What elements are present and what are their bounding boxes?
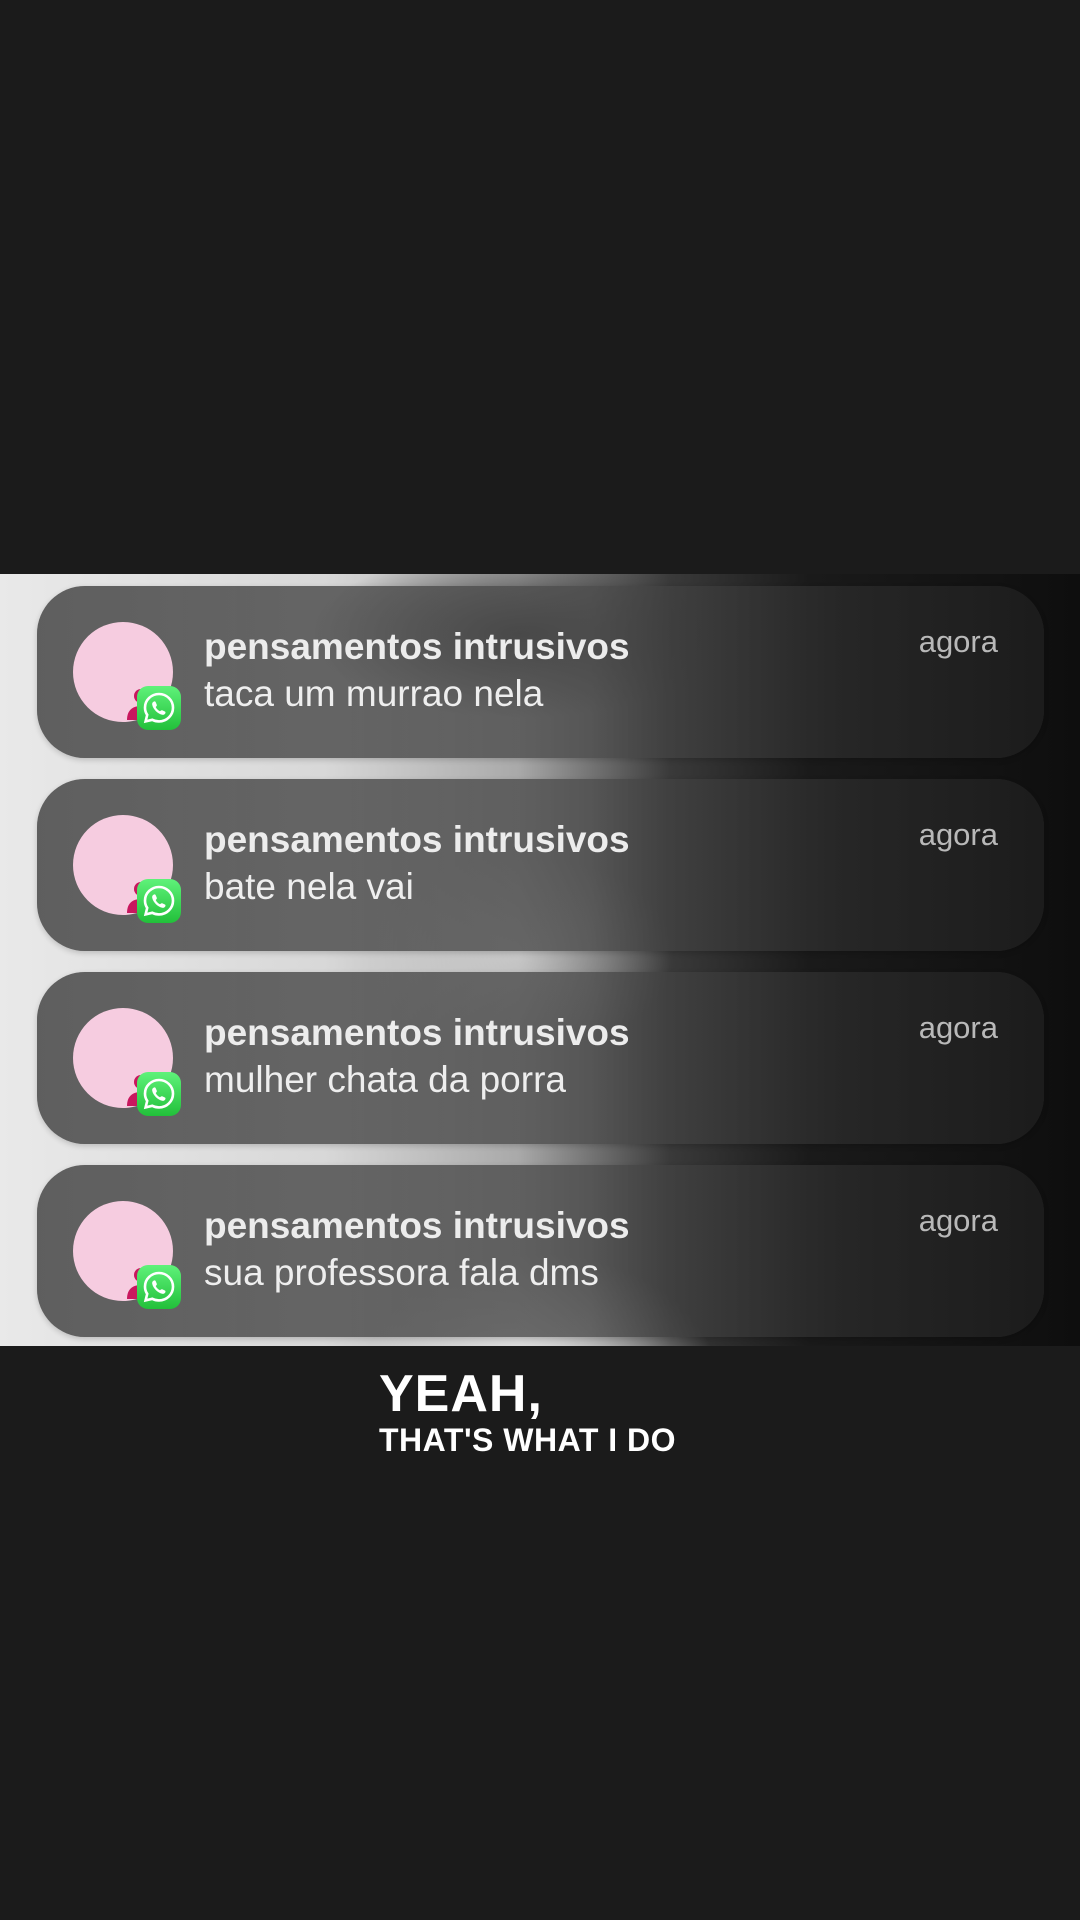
notification-stack: pensamentos intrusivos taca um murrao ne… — [37, 586, 1044, 1358]
notification-time: agora — [918, 624, 998, 659]
notification-card[interactable]: pensamentos intrusivos bate nela vai ago… — [37, 779, 1044, 951]
notification-sender: pensamentos intrusivos — [204, 1205, 630, 1246]
whatsapp-icon — [137, 1265, 181, 1309]
notification-message: taca um murrao nela — [204, 673, 544, 714]
caption-line-1: YEAH, — [379, 1365, 543, 1423]
notification-time: agora — [918, 817, 998, 852]
notification-card[interactable]: pensamentos intrusivos taca um murrao ne… — [37, 586, 1044, 758]
notification-time: agora — [918, 1203, 998, 1238]
notification-card[interactable]: pensamentos intrusivos sua professora fa… — [37, 1165, 1044, 1337]
notification-sender: pensamentos intrusivos — [204, 626, 630, 667]
video-caption: YEAH, THAT'S WHAT I DO — [379, 1366, 676, 1458]
notification-message: sua professora fala dms — [204, 1252, 599, 1293]
whatsapp-icon — [137, 1072, 181, 1116]
notification-message: mulher chata da porra — [204, 1059, 566, 1100]
whatsapp-icon — [137, 879, 181, 923]
notification-message: bate nela vai — [204, 866, 414, 907]
notification-time: agora — [918, 1010, 998, 1045]
whatsapp-icon — [137, 686, 181, 730]
notification-sender: pensamentos intrusivos — [204, 819, 630, 860]
notification-sender: pensamentos intrusivos — [204, 1012, 630, 1053]
caption-line-2: THAT'S WHAT I DO — [379, 1422, 677, 1458]
notification-card[interactable]: pensamentos intrusivos mulher chata da p… — [37, 972, 1044, 1144]
